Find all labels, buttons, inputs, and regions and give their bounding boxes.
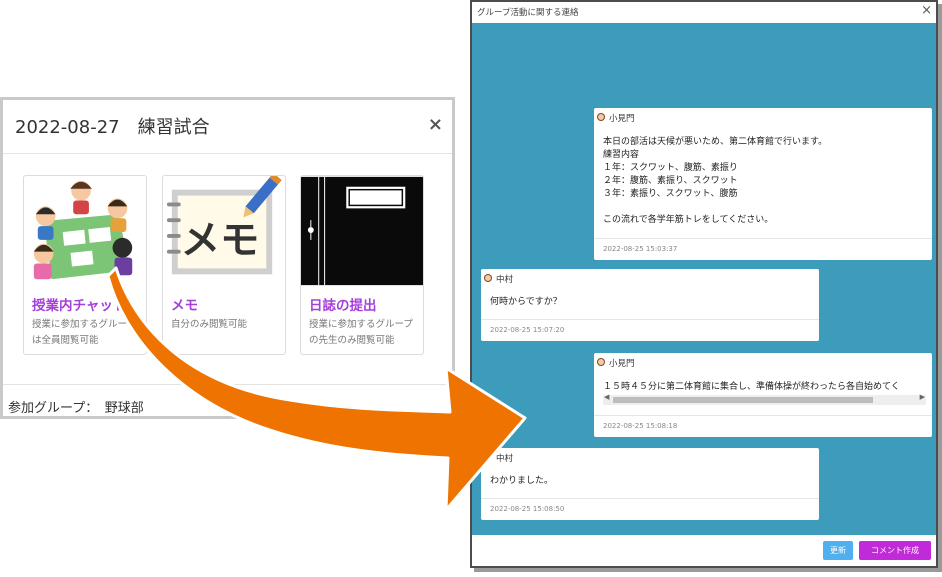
message-header: 中村 bbox=[481, 269, 819, 287]
card-description: 授業に参加するグループは全員閲覧可能 bbox=[32, 319, 136, 346]
message-body: 何時からですか？ bbox=[490, 297, 562, 307]
message-header: 小見門 bbox=[594, 108, 932, 126]
close-icon[interactable]: × bbox=[428, 114, 443, 135]
card-label[interactable]: 日誌の提出 bbox=[309, 294, 377, 314]
message-timestamp: 2022-08-25 15:08:50 bbox=[490, 505, 565, 513]
card-description: 授業に参加するグループの先生のみ閲覧可能 bbox=[309, 319, 413, 346]
event-modal: 2022-08-27 練習試合 × 授業内チャット 授業に参加するグループは全員… bbox=[0, 97, 455, 419]
user-avatar-icon bbox=[484, 453, 492, 461]
memo-notebook-illustration: メモ bbox=[163, 176, 285, 286]
window-title: グループ活動に関する連絡 bbox=[477, 8, 579, 18]
message-body: わかりました。 bbox=[490, 476, 554, 486]
modal-header: 2022-08-27 練習試合 × bbox=[3, 100, 452, 154]
message-footer: 2022-08-25 15:08:50 bbox=[481, 498, 819, 520]
update-button[interactable]: 更新 bbox=[823, 541, 853, 560]
window-titlebar: グループ活動に関する連絡 × bbox=[472, 2, 936, 23]
message-header: 中村 bbox=[481, 448, 819, 466]
message-body: １５時４５分に第二体育館に集合し、準備体操が終わったら各自始めてく bbox=[603, 382, 900, 392]
message-timestamp: 2022-08-25 15:03:37 bbox=[603, 245, 678, 253]
group-chat-window: グループ活動に関する連絡 × 小見門 本日の部活は天候が悪いため、第二体育館で行… bbox=[470, 0, 938, 568]
create-comment-button[interactable]: コメント作成 bbox=[859, 541, 931, 560]
message-header: 小見門 bbox=[594, 353, 932, 371]
horizontal-scrollbar[interactable]: ◀ ▶ bbox=[603, 393, 926, 405]
card-label[interactable]: メモ bbox=[171, 294, 198, 314]
message-footer: 2022-08-25 15:08:18 bbox=[594, 415, 932, 437]
message-timestamp: 2022-08-25 15:07:20 bbox=[490, 326, 565, 334]
message-author: 小見門 bbox=[609, 359, 635, 369]
user-avatar-icon bbox=[597, 358, 605, 366]
modal-footer: 参加グループ： 野球部 bbox=[3, 384, 452, 420]
user-avatar-icon bbox=[484, 274, 492, 282]
message-author: 小見門 bbox=[609, 114, 635, 124]
chat-message: 小見門 本日の部活は天候が悪いため、第二体育館で行います。 練習内容 １年：スク… bbox=[594, 108, 932, 260]
card-description: 自分のみ閲覧可能 bbox=[171, 319, 248, 330]
user-avatar-icon bbox=[597, 113, 605, 121]
card-label[interactable]: 授業内チャット bbox=[32, 294, 126, 314]
message-author: 中村 bbox=[496, 275, 514, 285]
message-footer: 2022-08-25 15:07:20 bbox=[481, 319, 819, 341]
scroll-right-arrow-icon[interactable]: ▶ bbox=[920, 393, 925, 401]
chat-message: 中村 わかりました。 2022-08-25 15:08:50 bbox=[481, 448, 819, 520]
svg-text:メモ: メモ bbox=[181, 218, 260, 264]
message-body: 本日の部活は天候が悪いため、第二体育館で行います。 練習内容 １年：スクワット、… bbox=[603, 137, 828, 225]
participating-group: 参加グループ： 野球部 bbox=[8, 401, 144, 416]
close-icon[interactable]: × bbox=[921, 3, 932, 18]
diary-book-illustration bbox=[301, 176, 423, 286]
message-footer: 2022-08-25 15:03:37 bbox=[594, 238, 932, 260]
modal-title: 2022-08-27 練習試合 bbox=[15, 117, 210, 138]
scroll-left-arrow-icon[interactable]: ◀ bbox=[604, 393, 609, 401]
message-author: 中村 bbox=[496, 454, 514, 464]
window-footer: 更新 コメント作成 bbox=[472, 535, 936, 566]
chat-area[interactable]: 小見門 本日の部活は天候が悪いため、第二体育館で行います。 練習内容 １年：スク… bbox=[472, 23, 936, 537]
scrollbar-thumb[interactable] bbox=[613, 397, 873, 403]
card-class-chat[interactable]: 授業内チャット 授業に参加するグループは全員閲覧可能 bbox=[23, 175, 147, 355]
message-timestamp: 2022-08-25 15:08:18 bbox=[603, 422, 678, 430]
card-diary-submit[interactable]: 日誌の提出 授業に参加するグループの先生のみ閲覧可能 bbox=[300, 175, 424, 355]
chat-message: 小見門 １５時４５分に第二体育館に集合し、準備体操が終わったら各自始めてく ◀ … bbox=[594, 353, 932, 437]
chat-message: 中村 何時からですか？ 2022-08-25 15:07:20 bbox=[481, 269, 819, 341]
card-memo[interactable]: メモ メモ 自分のみ閲覧可能 bbox=[162, 175, 286, 355]
group-discussion-illustration bbox=[24, 176, 146, 286]
